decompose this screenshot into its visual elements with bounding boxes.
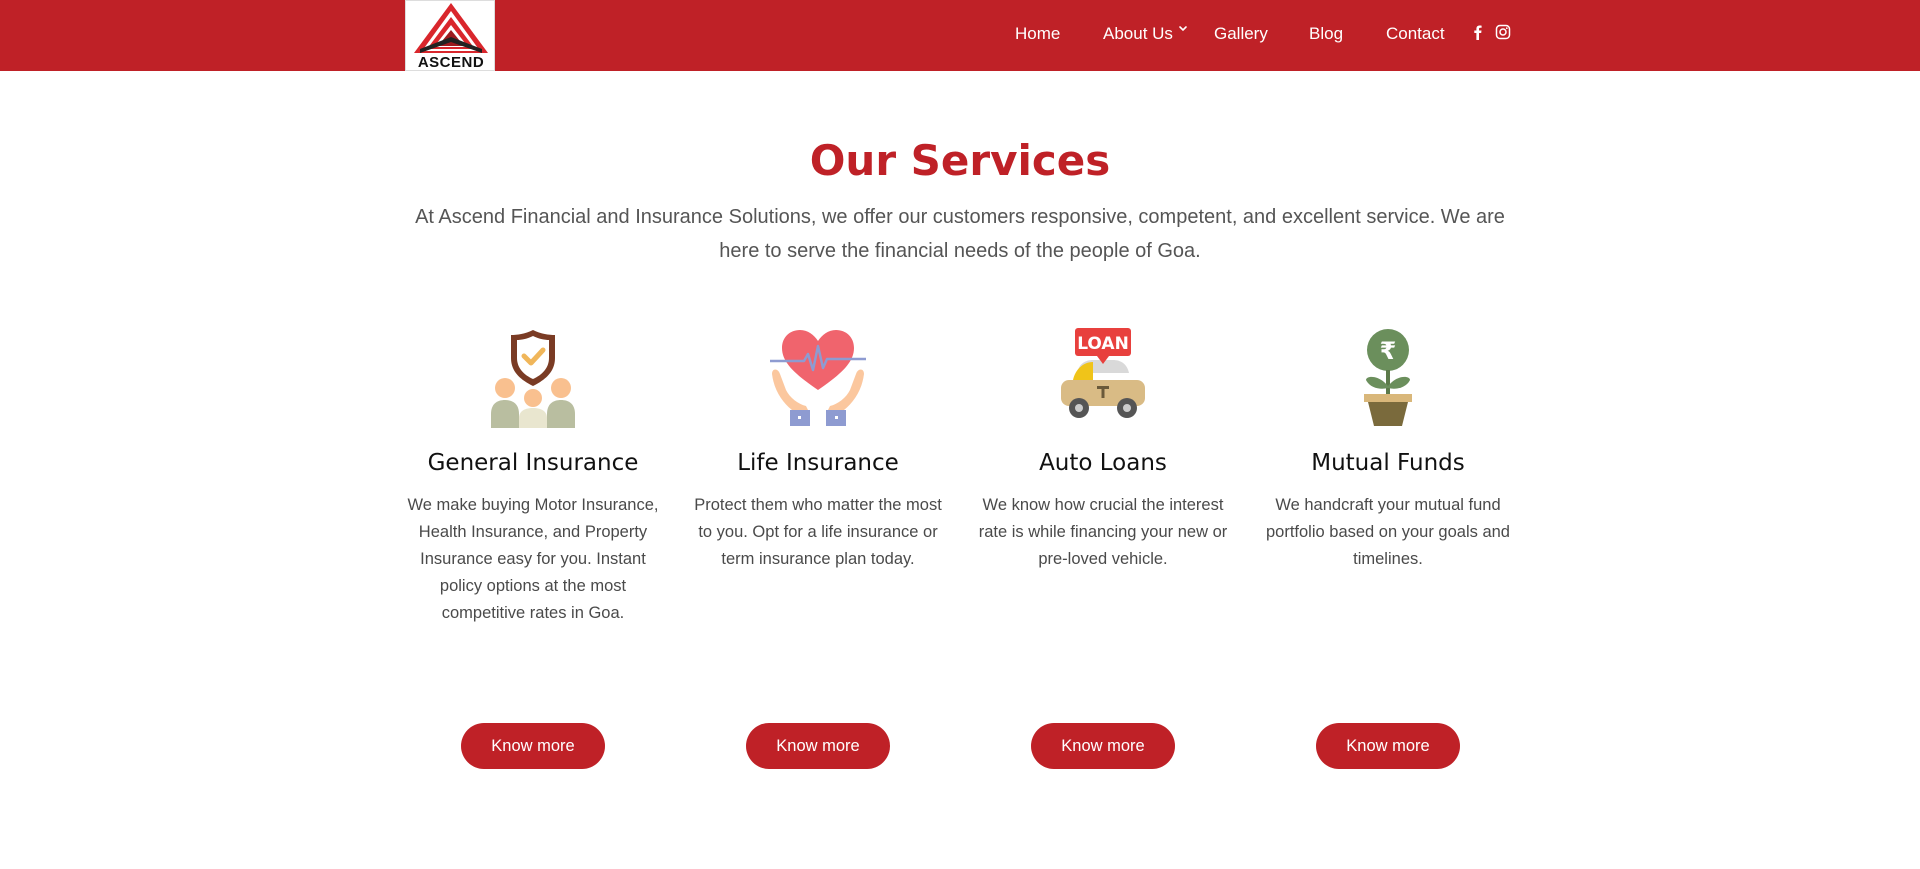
service-card-mutual-funds: ₹ Mutual Funds We handcraft your mutual … bbox=[1253, 326, 1523, 776]
chevron-down-icon[interactable] bbox=[1177, 22, 1189, 34]
section-intro: At Ascend Financial and Insurance Soluti… bbox=[415, 206, 1505, 262]
car-loan-icon: LOAN bbox=[1061, 328, 1145, 418]
nav-blog[interactable]: Blog bbox=[1309, 22, 1343, 46]
know-more-button[interactable]: Know more bbox=[461, 723, 605, 769]
shield-family-icon bbox=[491, 330, 575, 428]
section-title: Our Services bbox=[809, 136, 1111, 185]
facebook-icon[interactable] bbox=[1470, 24, 1486, 40]
heart-hands-icon bbox=[770, 330, 866, 426]
site-header: ASCEND Home About Us Gallery Blog Contac… bbox=[0, 0, 1920, 71]
nav-about-us[interactable]: About Us bbox=[1103, 22, 1173, 46]
money-plant-icon: ₹ bbox=[1364, 329, 1412, 426]
loan-badge-text: LOAN bbox=[1077, 334, 1129, 354]
card-title: Life Insurance bbox=[737, 450, 899, 476]
service-card-auto-loans: LOAN Auto Loans We know how crucial the … bbox=[968, 326, 1238, 776]
card-title: General Insurance bbox=[427, 450, 639, 476]
know-more-button[interactable]: Know more bbox=[746, 723, 890, 769]
service-card-general-insurance: General Insurance We make buying Motor I… bbox=[398, 326, 668, 776]
card-title: Auto Loans bbox=[1039, 450, 1167, 476]
card-description: Protect them who matter the most to you.… bbox=[694, 496, 942, 568]
card-title: Mutual Funds bbox=[1311, 450, 1465, 476]
nav-home[interactable]: Home bbox=[1015, 22, 1060, 46]
main-nav: Home About Us Gallery Blog Contact bbox=[0, 0, 1920, 71]
card-description: We know how crucial the interest rate is… bbox=[978, 496, 1228, 568]
card-description: We make buying Motor Insurance, Health I… bbox=[407, 496, 659, 622]
services-section: Our Services At Ascend Financial and Ins… bbox=[0, 71, 1920, 869]
service-card-life-insurance: Life Insurance Protect them who matter t… bbox=[683, 326, 953, 776]
know-more-button[interactable]: Know more bbox=[1031, 723, 1175, 769]
nav-contact[interactable]: Contact bbox=[1386, 22, 1445, 46]
nav-gallery[interactable]: Gallery bbox=[1214, 22, 1268, 46]
card-description: We handcraft your mutual fund portfolio … bbox=[1265, 496, 1510, 568]
instagram-icon[interactable] bbox=[1495, 24, 1511, 40]
know-more-button[interactable]: Know more bbox=[1316, 723, 1460, 769]
rupee-symbol-text: ₹ bbox=[1380, 337, 1397, 365]
